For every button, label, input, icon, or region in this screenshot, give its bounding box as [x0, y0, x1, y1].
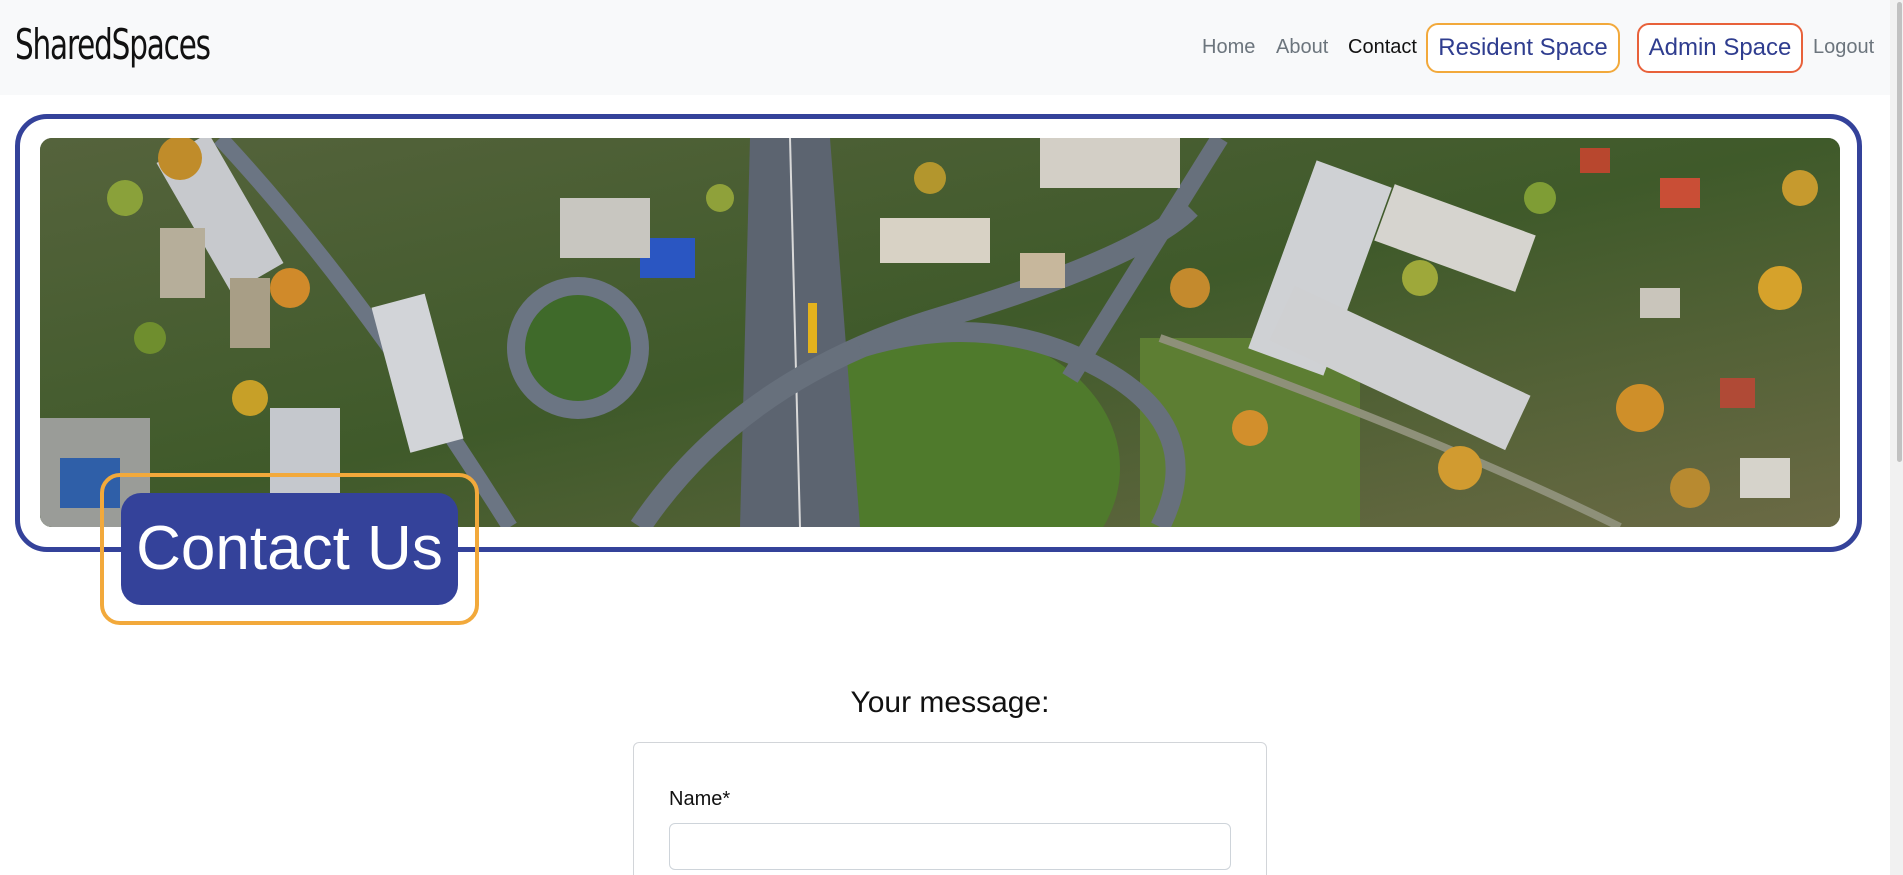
- nav-home-link[interactable]: Home: [1202, 36, 1255, 59]
- brand-logo[interactable]: SharedSpaces: [15, 20, 211, 69]
- page-title: Contact Us: [121, 493, 458, 605]
- name-label: Name*: [669, 788, 731, 810]
- aerial-city-image: [40, 138, 1840, 527]
- name-input[interactable]: [669, 823, 1231, 870]
- resident-space-button[interactable]: Resident Space: [1426, 23, 1620, 73]
- nav-contact-link[interactable]: Contact: [1348, 36, 1417, 59]
- page: SharedSpaces Home About Contact Resident…: [0, 0, 1903, 875]
- nav-about-link[interactable]: About: [1276, 36, 1328, 59]
- navbar: SharedSpaces Home About Contact Resident…: [0, 0, 1903, 95]
- logout-link[interactable]: Logout: [1813, 36, 1874, 59]
- form-heading: Your message:: [850, 686, 1050, 719]
- scrollbar-thumb[interactable]: [1897, 2, 1902, 462]
- hero-image: [40, 138, 1840, 527]
- admin-space-button[interactable]: Admin Space: [1637, 23, 1803, 73]
